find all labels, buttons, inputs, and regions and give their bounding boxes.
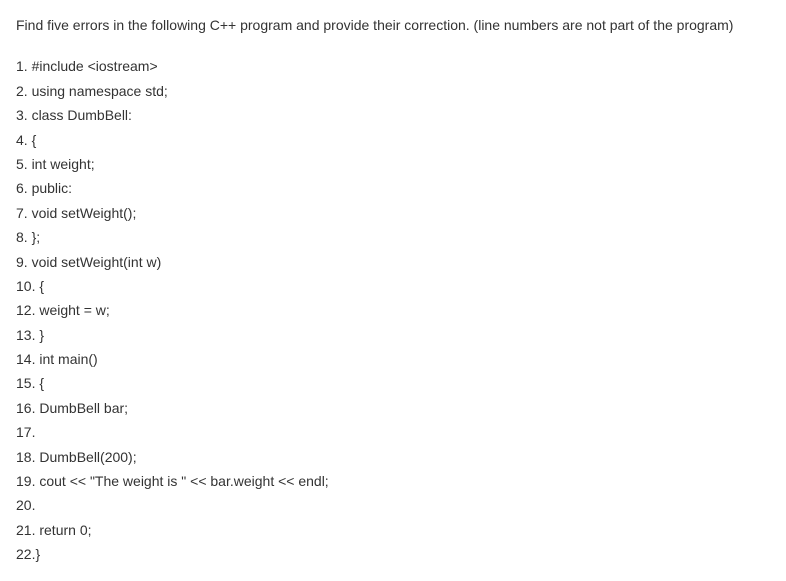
- code-line: 1. #include <iostream>: [16, 54, 770, 78]
- code-line: 19. cout << "The weight is " << bar.weig…: [16, 469, 770, 493]
- code-line: 15. {: [16, 371, 770, 395]
- question-text: Find five errors in the following C++ pr…: [16, 14, 770, 36]
- code-line: 14. int main(): [16, 347, 770, 371]
- code-line: 4. {: [16, 128, 770, 152]
- code-line: 12. weight = w;: [16, 298, 770, 322]
- code-line: 21. return 0;: [16, 518, 770, 542]
- code-line: 10. {: [16, 274, 770, 298]
- code-line: 16. DumbBell bar;: [16, 396, 770, 420]
- code-line: 7. void setWeight();: [16, 201, 770, 225]
- code-line: 22.}: [16, 542, 770, 566]
- code-block: 1. #include <iostream> 2. using namespac…: [16, 54, 770, 566]
- code-line: 18. DumbBell(200);: [16, 445, 770, 469]
- code-line: 2. using namespace std;: [16, 79, 770, 103]
- code-line: 8. };: [16, 225, 770, 249]
- code-line: 5. int weight;: [16, 152, 770, 176]
- code-line: 6. public:: [16, 176, 770, 200]
- code-line: 13. }: [16, 323, 770, 347]
- code-line: 9. void setWeight(int w): [16, 250, 770, 274]
- code-line: 20.: [16, 493, 770, 517]
- code-line: 17.: [16, 420, 770, 444]
- code-line: 3. class DumbBell:: [16, 103, 770, 127]
